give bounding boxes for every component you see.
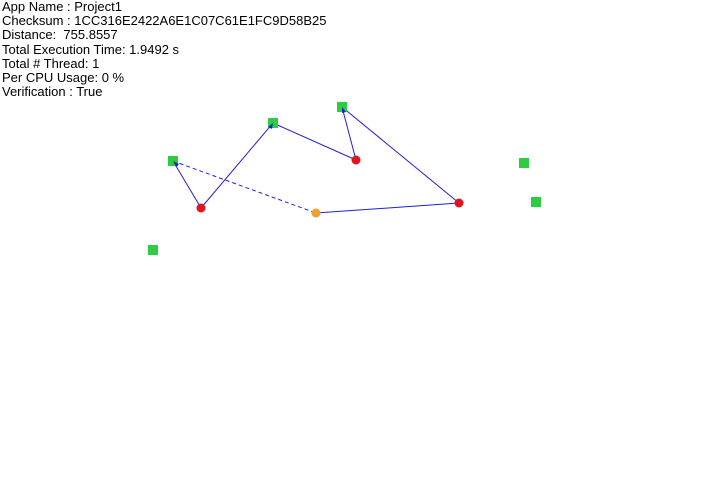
red-node xyxy=(351,155,361,165)
red-node xyxy=(196,203,206,213)
execution-time-text: Total Execution Time: 1.9492 s xyxy=(2,41,180,57)
route-edge xyxy=(272,122,357,161)
route-edge xyxy=(341,106,460,204)
route-edge xyxy=(341,106,357,161)
route-edge xyxy=(172,160,202,209)
distance-text: Distance: 755.8557 xyxy=(2,27,118,43)
checksum-text: Checksum : 1CC316E2422A6E1C07C61E1FC9D58… xyxy=(2,13,327,29)
red-node xyxy=(454,198,464,208)
orange-node xyxy=(311,208,321,218)
green-node xyxy=(148,245,158,255)
app-name-text: App Name : Project1 xyxy=(2,0,122,14)
green-node xyxy=(519,158,529,168)
route-edge xyxy=(315,202,460,214)
info-panel: App Name : Project1 Checksum : 1CC316E24… xyxy=(2,0,326,99)
route-edge-dashed xyxy=(172,160,317,214)
cpu-usage-text: Per CPU Usage: 0 % xyxy=(2,70,125,86)
green-node xyxy=(531,197,541,207)
route-edge xyxy=(200,122,274,209)
thread-count-text: Total # Thread: 1 xyxy=(2,55,100,71)
verification-text: Verification : True xyxy=(2,84,103,100)
